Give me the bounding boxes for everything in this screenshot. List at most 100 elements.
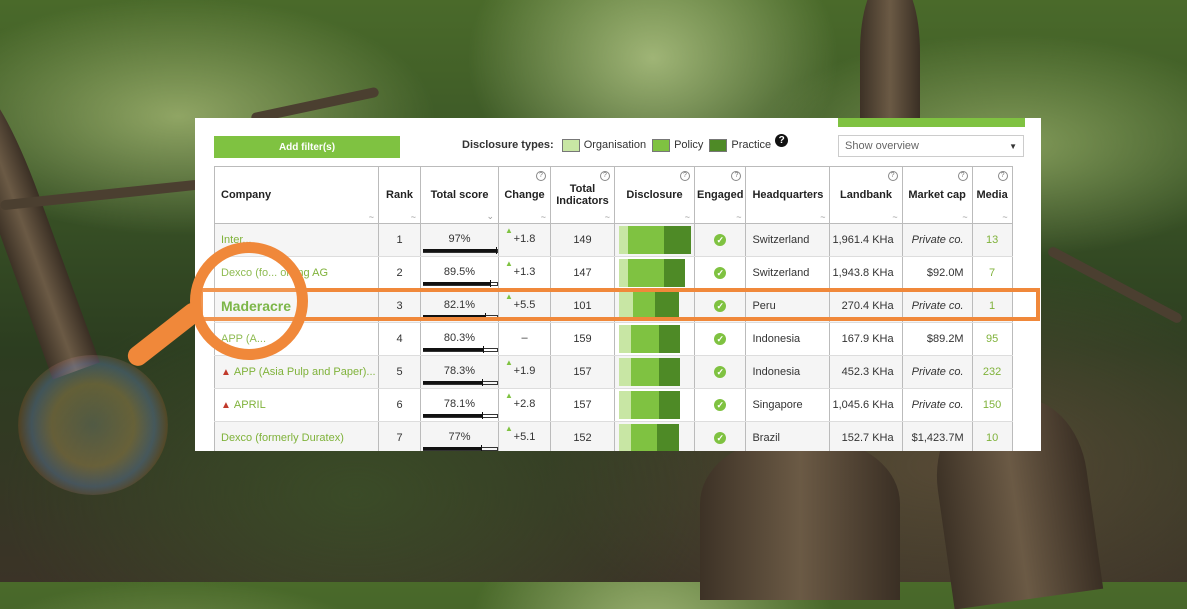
media-link[interactable]: 95 bbox=[971, 322, 1013, 356]
score-bar-fill bbox=[423, 282, 491, 285]
help-icon[interactable]: ? bbox=[731, 171, 742, 181]
sort-icon[interactable]: ~ bbox=[411, 212, 416, 222]
column-header-media[interactable]: Media? ~ bbox=[971, 166, 1013, 224]
company-link[interactable]: Dexco (formerly Duratex) bbox=[214, 421, 379, 451]
sort-icon[interactable]: ~ bbox=[962, 212, 967, 222]
headquarters-cell: Brazil bbox=[745, 421, 831, 451]
table-header-row: Company ~ Rank ~ Total score ⌄ Change? ~ Total I… bbox=[214, 166, 1013, 224]
landbank-value: 1,943.8 KHa bbox=[832, 267, 894, 279]
score-indicator: 80.3% bbox=[423, 324, 498, 355]
column-header-change[interactable]: Change? ~ bbox=[498, 166, 551, 224]
sort-icon[interactable]: ~ bbox=[892, 212, 897, 222]
company-link[interactable]: ▲ APP (Asia Pulp and Paper)... bbox=[214, 355, 379, 389]
column-header-label: Media bbox=[976, 189, 1008, 201]
disclosure-policy-bar bbox=[630, 325, 659, 353]
disclosure-cell bbox=[614, 256, 695, 290]
landbank-cell: 1,961.4 KHa bbox=[829, 223, 903, 257]
sort-icon[interactable]: ~ bbox=[605, 212, 610, 222]
help-icon[interactable]: ? bbox=[957, 171, 968, 181]
score-indicator: 77% bbox=[423, 423, 498, 451]
score-bar-tick bbox=[480, 445, 482, 451]
help-icon[interactable]: ? bbox=[887, 171, 898, 181]
score-indicator: 89.5% bbox=[423, 258, 498, 289]
score-value: 77% bbox=[448, 431, 471, 443]
toolbar: Add filter(s) Disclosure types: Organisa… bbox=[195, 118, 1041, 165]
total-indicators-cell: 159 bbox=[550, 322, 615, 356]
disclosure-organisation-bar bbox=[619, 391, 631, 419]
sort-desc-icon[interactable]: ⌄ bbox=[486, 211, 494, 222]
help-icon[interactable]: ? bbox=[997, 171, 1008, 181]
column-header-headquarters[interactable]: Headquarters ~ bbox=[745, 166, 831, 224]
add-filter-button[interactable]: Add filter(s) bbox=[214, 136, 400, 158]
legend-label: Organisation bbox=[583, 139, 647, 151]
media-link[interactable]: 150 bbox=[971, 388, 1013, 422]
help-icon[interactable]: ? bbox=[536, 171, 546, 181]
column-header-label: Company bbox=[221, 189, 272, 201]
column-header-disclosure[interactable]: Disclosure? ~ bbox=[614, 166, 695, 224]
rank-value: 5 bbox=[396, 366, 403, 378]
practice-swatch bbox=[709, 138, 728, 152]
media-link[interactable]: 10 bbox=[971, 421, 1013, 451]
column-header-label: Change bbox=[504, 189, 545, 201]
help-icon[interactable]: ? bbox=[600, 171, 610, 181]
headquarters-cell: Indonesia bbox=[745, 355, 831, 389]
table-row[interactable]: Dexco (formerly Duratex) 7 77% ▲ +5.1 152 ✓ Bra… bbox=[214, 421, 1013, 451]
table-row[interactable]: ▲ APP (Asia Pulp and Paper)... 5 78.3% ▲ +1.9… bbox=[214, 355, 1013, 389]
media-link[interactable]: 232 bbox=[971, 355, 1013, 389]
company-name: Dexco (formerly Duratex) bbox=[221, 432, 344, 444]
table-row[interactable]: ▲ APRIL 6 78.1% ▲ +2.8 157 ✓ Singapore 1,045.6 KH… bbox=[214, 388, 1013, 422]
market-cap-value: Private co. bbox=[911, 399, 964, 411]
media-count: 150 bbox=[982, 399, 1002, 411]
disclosure-practice-bar bbox=[658, 358, 681, 386]
legend-item-organisation: Organisation bbox=[561, 138, 647, 152]
magnifier-lens-icon bbox=[190, 242, 308, 360]
change-cell: ▲ +2.8 bbox=[498, 388, 551, 422]
tree-branch bbox=[1046, 245, 1184, 325]
disclosure-policy-bar bbox=[628, 259, 664, 287]
market-cap-value: Private co. bbox=[911, 234, 964, 246]
landbank-value: 452.3 KHa bbox=[841, 366, 894, 378]
column-header-company[interactable]: Company ~ bbox=[214, 166, 379, 224]
view-select[interactable]: Show overview ▼ bbox=[838, 135, 1024, 157]
disclosure-organisation-bar bbox=[619, 226, 629, 254]
landbank-value: 152.7 KHa bbox=[841, 432, 894, 444]
column-header-engaged[interactable]: Engaged? ~ bbox=[693, 166, 747, 224]
media-link[interactable]: 7 bbox=[971, 256, 1013, 290]
media-link[interactable]: 13 bbox=[971, 223, 1013, 257]
total-score-cell: 78.1% bbox=[420, 388, 499, 422]
engaged-cell: ✓ bbox=[693, 388, 747, 422]
company-link[interactable]: ▲ APRIL bbox=[214, 388, 379, 422]
sort-icon[interactable]: ~ bbox=[820, 212, 825, 222]
table-row[interactable]: APP (A... 4 80.3% –159 ✓ Indonesia 167.9 KHa $8… bbox=[214, 322, 1013, 356]
media-count: 232 bbox=[982, 366, 1002, 378]
download-button-strip[interactable] bbox=[838, 118, 1025, 127]
sort-icon[interactable]: ~ bbox=[369, 212, 374, 222]
change-value: +1.3 bbox=[513, 266, 536, 278]
sort-icon[interactable]: ~ bbox=[685, 212, 690, 222]
policy-swatch bbox=[652, 138, 671, 152]
sort-icon[interactable]: ~ bbox=[736, 212, 741, 222]
column-header-landbank[interactable]: Landbank? ~ bbox=[829, 166, 903, 224]
disclosure-cell bbox=[614, 388, 695, 422]
change-cell: ▲ +1.8 bbox=[498, 223, 551, 257]
sort-icon[interactable]: ~ bbox=[541, 212, 546, 222]
landbank-cell: 1,943.8 KHa bbox=[829, 256, 903, 290]
table-body: Inter... 1 97% ▲ +1.8 149 ✓ Switzerland 1,961.4 … bbox=[214, 223, 1013, 451]
table-row[interactable]: Inter... 1 97% ▲ +1.8 149 ✓ Switzerland 1,961.4 … bbox=[214, 223, 1013, 257]
score-bar-fill bbox=[423, 348, 484, 351]
column-header-total-score[interactable]: Total score ⌄ bbox=[420, 166, 499, 224]
landbank-value: 1,961.4 KHa bbox=[832, 234, 894, 246]
score-indicator: 78.3% bbox=[423, 357, 498, 388]
column-header-label: Rank bbox=[386, 189, 413, 201]
sort-icon[interactable]: ~ bbox=[1002, 212, 1007, 222]
market-cap-cell: $1,423.7M bbox=[901, 421, 973, 451]
table-row[interactable]: Dexco (fo... olding AG 2 89.5% ▲ +1.3 147 ✓ Swi… bbox=[214, 256, 1013, 290]
help-icon[interactable]: ? bbox=[680, 171, 690, 181]
column-header-market-cap[interactable]: Market cap? ~ bbox=[901, 166, 973, 224]
score-bar-tick bbox=[483, 346, 485, 353]
rank-cell: 7 bbox=[378, 421, 421, 451]
column-header-total-indicators[interactable]: Total Indicators? ~ bbox=[550, 166, 615, 224]
column-header-rank[interactable]: Rank ~ bbox=[378, 166, 421, 224]
rank-value: 4 bbox=[396, 333, 403, 345]
help-icon[interactable]: ? bbox=[775, 133, 789, 147]
